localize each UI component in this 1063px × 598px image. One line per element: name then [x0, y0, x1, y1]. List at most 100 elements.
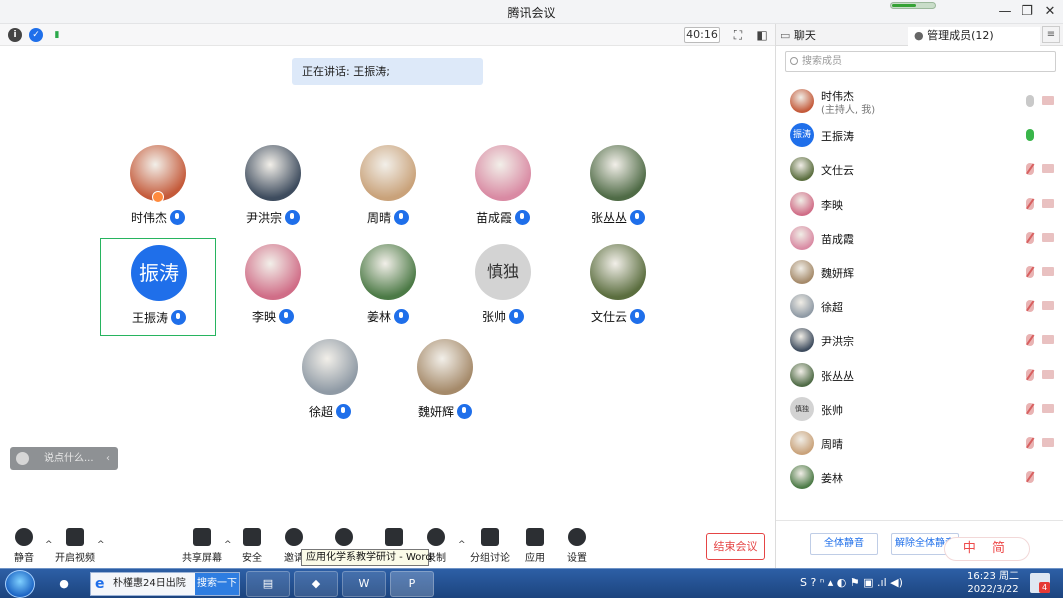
share-screen-button[interactable]: 共享屏幕 — [180, 528, 224, 564]
ie-search-bar[interactable]: e 朴槿惠24日出院 搜索一下 — [90, 572, 240, 596]
settings-button[interactable]: 设置 — [555, 528, 599, 564]
member-row[interactable]: 振涛 王振涛 — [776, 120, 1063, 150]
microphone-muted-icon[interactable] — [1026, 471, 1034, 484]
avatar-text: 慎独 — [475, 244, 531, 300]
chat-icon — [385, 528, 403, 546]
explorer-taskbar-icon[interactable]: ▤ — [246, 571, 290, 597]
microphone-icon[interactable] — [1026, 95, 1034, 107]
mute-all-button[interactable]: 全体静音 — [810, 533, 878, 555]
microphone-muted-icon[interactable] — [1026, 300, 1034, 313]
mute-button[interactable]: 静音 — [2, 528, 46, 564]
camera-off-icon[interactable] — [1042, 335, 1054, 345]
security-button[interactable]: 安全 — [230, 528, 274, 564]
windows-taskbar: ● e 朴槿惠24日出院 搜索一下 ▤ ◆ W P S ? ⁿ ▴ ◐ ⚑ ▣ … — [0, 568, 1063, 598]
microphone-muted-icon[interactable] — [1026, 334, 1034, 347]
chat-quick-input[interactable]: 说点什么... ‹ — [10, 447, 118, 470]
word-taskbar-icon[interactable]: W — [342, 571, 386, 597]
microphone-muted-icon[interactable] — [1026, 231, 1034, 244]
camera-off-icon[interactable] — [1042, 369, 1054, 379]
member-search-input[interactable]: 搜索成员 — [785, 51, 1056, 72]
participant-tile[interactable]: 姜林 — [330, 238, 446, 336]
panel-menu-button[interactable]: ≡ — [1042, 26, 1060, 43]
camera-off-icon[interactable] — [1042, 198, 1054, 208]
microphone-muted-icon[interactable] — [1026, 368, 1034, 381]
ime-indicator[interactable]: 中 简 — [944, 537, 1030, 561]
microphone-icon[interactable] — [1026, 129, 1034, 142]
breakout-button[interactable]: 分组讨论 — [468, 528, 512, 564]
microphone-muted-icon[interactable] — [1026, 402, 1034, 415]
microphone-muted-icon[interactable] — [1026, 163, 1034, 176]
layout-icon[interactable]: ◧ — [754, 27, 770, 43]
ie-search-button[interactable]: 搜索一下 — [195, 573, 239, 595]
app-icon-colorful[interactable]: ● — [44, 571, 84, 597]
tab-chat[interactable]: ▭ 聊天 — [780, 27, 908, 46]
tencent-meeting-taskbar-icon[interactable]: ◆ — [294, 571, 338, 597]
participant-tile[interactable]: 时伟杰 — [100, 139, 216, 237]
camera-off-icon[interactable] — [1042, 267, 1054, 276]
fullscreen-icon[interactable]: ⛶ — [730, 27, 746, 43]
participant-tile[interactable]: 尹洪宗 — [215, 139, 331, 237]
participant-tile[interactable]: 徐超 — [272, 333, 388, 431]
member-row[interactable]: 周晴 — [776, 428, 1063, 458]
chat-button[interactable] — [372, 528, 416, 549]
start-button[interactable] — [5, 570, 35, 598]
camera-off-icon[interactable] — [1042, 232, 1054, 242]
video-options-caret[interactable]: ^ — [97, 540, 105, 550]
system-tray[interactable]: S ? ⁿ ▴ ◐ ⚑ ▣ .ıl ◀) — [800, 576, 903, 589]
participant-name-row: 周晴 — [330, 209, 446, 226]
avatar — [790, 260, 814, 284]
member-row[interactable]: 尹洪宗 — [776, 325, 1063, 355]
camera-off-icon[interactable] — [1042, 301, 1054, 311]
member-row[interactable]: 徐超 — [776, 291, 1063, 321]
member-row[interactable]: 魏妍辉 — [776, 257, 1063, 287]
video-button[interactable]: 开启视频 — [53, 528, 97, 564]
avatar: 慎独 — [475, 244, 531, 300]
microphone-muted-icon[interactable] — [1026, 197, 1034, 210]
participant-name: 时伟杰 — [130, 211, 167, 225]
mute-options-caret[interactable]: ^ — [45, 540, 53, 550]
info-icon[interactable]: i — [8, 28, 22, 42]
microphone-icon — [394, 309, 409, 324]
participant-tile[interactable]: 张丛丛 — [560, 139, 676, 237]
camera-off-icon[interactable] — [1042, 164, 1054, 174]
signal-icon[interactable]: ▮ — [50, 28, 64, 42]
member-row[interactable]: 苗成霞 — [776, 223, 1063, 253]
minimize-button[interactable]: — — [995, 3, 1015, 21]
record-options-caret[interactable]: ^ — [458, 540, 466, 550]
powerpoint-taskbar-icon[interactable]: P — [390, 571, 434, 597]
member-name: 周晴 — [821, 438, 843, 451]
avatar — [790, 225, 814, 250]
member-row[interactable]: 李映 — [776, 189, 1063, 219]
participant-tile[interactable]: 慎独 张帅 — [445, 238, 561, 336]
avatar — [360, 145, 416, 201]
shield-icon[interactable]: ✓ — [29, 28, 43, 42]
camera-off-icon[interactable] — [1042, 96, 1054, 105]
member-row[interactable]: 时伟杰 (主持人, 我) — [776, 86, 1063, 116]
avatar — [790, 89, 814, 113]
participant-tile[interactable]: 振涛 王振涛 — [100, 238, 216, 336]
tab-members[interactable]: ● 管理成员(12) — [908, 27, 1040, 46]
emoji-icon[interactable] — [16, 452, 29, 465]
microphone-muted-icon[interactable] — [1026, 437, 1034, 449]
action-center-icon[interactable]: 4 — [1030, 573, 1050, 593]
participant-tile[interactable]: 文仕云 — [560, 238, 676, 336]
restore-button[interactable]: ❐ — [1017, 3, 1037, 21]
microphone-icon — [15, 528, 33, 546]
microphone-muted-icon[interactable] — [1026, 266, 1034, 278]
taskbar-clock[interactable]: 16:23 周二 2022/3/22 — [965, 570, 1021, 596]
member-row[interactable]: 姜林 — [776, 462, 1063, 492]
close-button[interactable]: ✕ — [1040, 3, 1060, 21]
chevron-left-icon[interactable]: ‹ — [106, 447, 110, 470]
end-meeting-button[interactable]: 结束会议 — [706, 533, 765, 560]
apps-button[interactable]: 应用 — [513, 528, 557, 564]
members-button[interactable] — [322, 528, 366, 549]
participant-tile[interactable]: 魏妍辉 — [387, 333, 503, 431]
camera-off-icon[interactable] — [1042, 438, 1054, 447]
member-row[interactable]: 张丛丛 — [776, 360, 1063, 390]
participant-tile[interactable]: 李映 — [215, 238, 331, 336]
participant-tile[interactable]: 苗成霞 — [445, 139, 561, 237]
participant-tile[interactable]: 周晴 — [330, 139, 446, 237]
camera-off-icon[interactable] — [1042, 403, 1054, 413]
member-row[interactable]: 慎独 张帅 — [776, 394, 1063, 424]
member-row[interactable]: 文仕云 — [776, 154, 1063, 184]
